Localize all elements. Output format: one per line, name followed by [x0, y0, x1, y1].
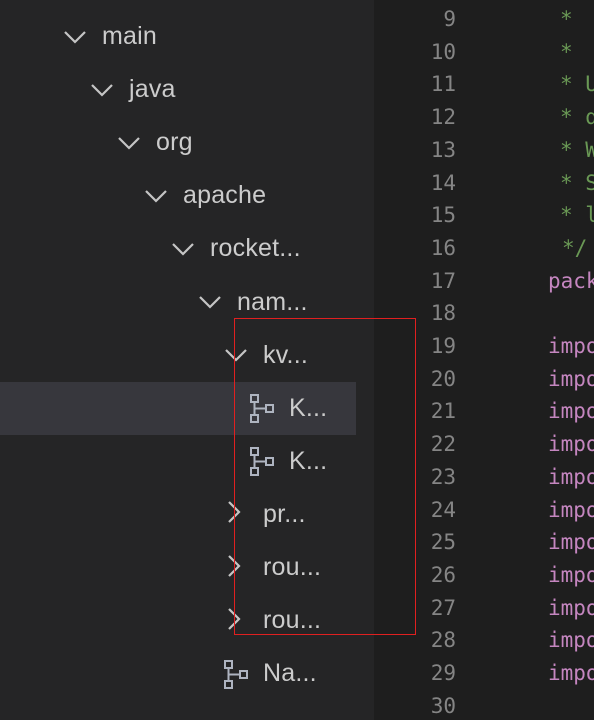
chevron-down-icon[interactable] — [89, 70, 116, 110]
tree-item-label: org — [156, 128, 193, 157]
tree-file-item[interactable]: Na... — [0, 647, 356, 700]
tree-item-label: nam... — [237, 287, 308, 316]
line-number: 12 — [430, 105, 456, 130]
code-line: pack — [548, 268, 594, 293]
tree-item-label: Na... — [263, 659, 317, 688]
line-number: 28 — [430, 628, 456, 653]
chevron-right-icon[interactable] — [223, 494, 250, 534]
line-number: 21 — [430, 399, 456, 424]
line-number: 11 — [430, 72, 456, 97]
line-number: 10 — [430, 39, 456, 64]
tree-item-label: apache — [183, 181, 267, 210]
chevron-down-icon[interactable] — [197, 282, 224, 322]
code-line: * — [560, 39, 573, 64]
tree-item-label: rou... — [263, 553, 322, 581]
code-line: impo — [548, 595, 594, 620]
tree-folder-item[interactable]: org — [0, 116, 356, 169]
chevron-down-icon[interactable] — [143, 176, 170, 216]
tree-item-label: pr... — [263, 499, 306, 528]
line-number: 18 — [430, 301, 456, 326]
tree-folder-item[interactable]: main — [0, 10, 356, 63]
tree-item-label: K... — [289, 393, 328, 422]
tree-file-item[interactable]: K... — [0, 381, 356, 435]
line-number: 25 — [430, 530, 456, 555]
line-number: 20 — [430, 366, 456, 391]
line-number: 22 — [430, 432, 456, 457]
code-line: * — [560, 7, 573, 31]
code-line: * l — [560, 203, 594, 228]
chevron-right-icon[interactable] — [223, 548, 250, 588]
chevron-down-icon[interactable] — [116, 123, 143, 163]
tree-folder-item[interactable]: apache — [0, 169, 356, 222]
code-line: * d — [560, 105, 594, 130]
line-number: 9 — [443, 7, 456, 31]
code-line: impo — [548, 366, 594, 391]
code-line: impo — [548, 464, 594, 489]
line-number: 15 — [430, 203, 456, 228]
class-hierarchy-icon — [249, 392, 276, 424]
tree-folder-item[interactable]: nam... — [0, 276, 356, 329]
code-line: * U — [560, 72, 594, 97]
code-line: impo — [548, 334, 594, 358]
line-number: 23 — [430, 464, 456, 489]
chevron-down-icon[interactable] — [62, 17, 89, 57]
tree-item-label: rou... — [263, 606, 322, 635]
code-line: impo — [548, 497, 594, 522]
tree-item-label: kv... — [263, 340, 308, 369]
tree-item-label: java — [129, 75, 176, 104]
tree-folder-item[interactable]: pr... — [0, 488, 356, 541]
code-editor: 9 10 11 12 13 14 15 16 17 18 19 20 21 22 23 24 25 26 27 28 2… — [374, 0, 594, 720]
code-line: impo — [548, 661, 594, 685]
line-number: 26 — [430, 562, 456, 587]
line-number: 14 — [430, 170, 456, 195]
line-number: 30 — [430, 693, 456, 718]
line-number: 27 — [430, 595, 456, 620]
tree-item-label: K... — [289, 446, 328, 475]
line-number: 24 — [430, 497, 456, 522]
code-line: */ — [562, 235, 588, 260]
code-line: * S — [560, 170, 594, 195]
tree-folder-item[interactable]: java — [0, 63, 356, 116]
file-explorer: main java org apache rocket... nam... kv... K..… — [0, 0, 374, 720]
line-number: 19 — [430, 334, 456, 358]
tree-file-item[interactable]: K... — [0, 435, 356, 488]
code-line: impo — [548, 562, 594, 587]
tree-folder-item[interactable]: rou... — [0, 541, 356, 594]
code-line: impo — [548, 628, 594, 653]
tree-folder-item[interactable]: rocket... — [0, 222, 356, 275]
code-line: impo — [548, 432, 594, 457]
tree-item-label: main — [102, 22, 157, 50]
tree-item-label: rocket... — [210, 234, 301, 263]
chevron-down-icon[interactable] — [223, 335, 250, 375]
code-line: * W — [560, 137, 594, 162]
line-number: 29 — [430, 661, 456, 685]
chevron-right-icon[interactable] — [223, 601, 250, 641]
tree-folder-item[interactable]: kv... — [0, 329, 356, 382]
line-number: 16 — [430, 235, 456, 260]
line-number: 17 — [430, 268, 456, 293]
code-line: impo — [548, 399, 594, 424]
tree-folder-item[interactable]: rou... — [0, 594, 356, 647]
line-number: 13 — [430, 137, 456, 162]
class-hierarchy-icon — [223, 658, 250, 690]
chevron-down-icon[interactable] — [170, 229, 197, 269]
code-line: impo — [548, 530, 594, 555]
class-hierarchy-icon — [249, 445, 276, 477]
